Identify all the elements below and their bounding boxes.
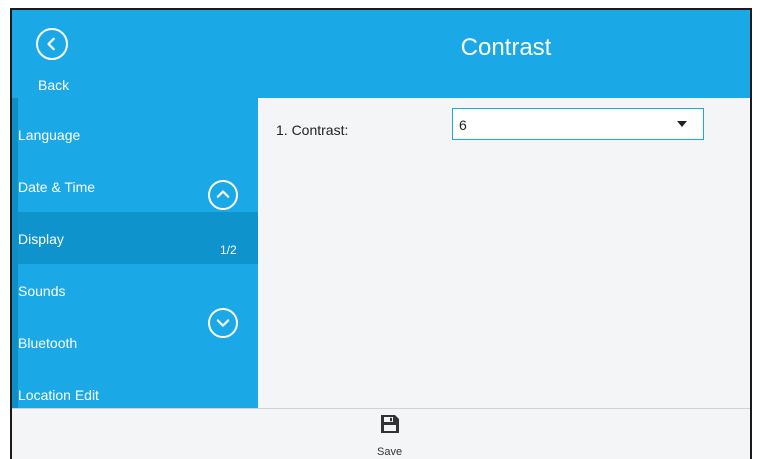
app-window: Back Contrast Language Date & Time Displ… [10, 8, 752, 459]
back-label: Back [38, 77, 70, 93]
sidebar-item-label: Display [18, 231, 64, 247]
sidebar-item-label: Language [18, 127, 81, 143]
sidebar-item-label: Bluetooth [18, 335, 78, 351]
chevron-up-circle-icon [216, 190, 230, 198]
sidebar: Language Date & Time Display Sounds Blue… [12, 98, 258, 408]
back-icon [36, 28, 68, 60]
page-title: Contrast [460, 34, 552, 61]
contrast-value: 6 [459, 117, 467, 133]
contrast-select[interactable]: 6 [452, 108, 704, 140]
chevron-down-circle-icon [216, 319, 230, 327]
footer-bar: Save [12, 408, 750, 459]
header-bar: Back Contrast [12, 10, 750, 98]
save-button[interactable]: Save [373, 411, 409, 459]
settings-content: 1. Contrast: 6 [258, 98, 750, 408]
sidebar-item-label: Location Edit [18, 387, 99, 403]
sidebar-item-label: Sounds [18, 283, 66, 299]
page-up-button[interactable] [208, 180, 238, 210]
floppy-disk-icon [381, 415, 399, 433]
sidebar-item-label: Date & Time [18, 179, 96, 195]
back-button[interactable]: Back [32, 24, 78, 94]
sidebar-item-language[interactable]: Language [18, 108, 258, 160]
save-label: Save [377, 446, 403, 458]
page-indicator: 1/2 [220, 243, 237, 257]
page-down-button[interactable] [208, 308, 238, 338]
contrast-label: 1. Contrast: [276, 122, 349, 138]
dropdown-arrow-icon [677, 121, 687, 127]
